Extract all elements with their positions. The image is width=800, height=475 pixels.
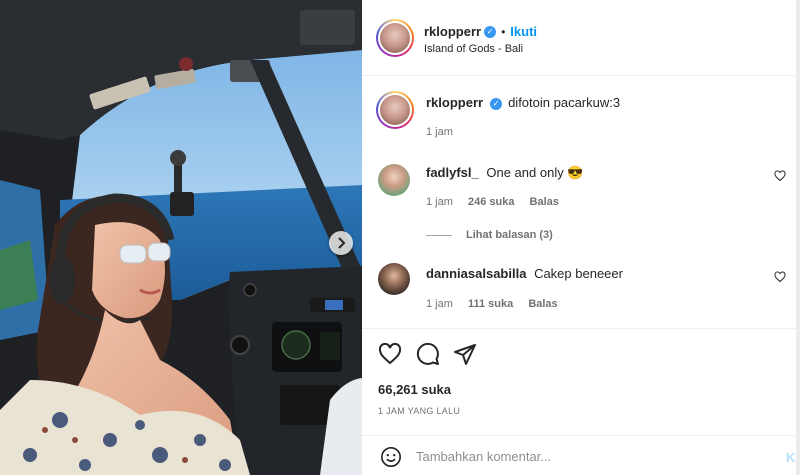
- post-photo[interactable]: [0, 0, 362, 475]
- view-replies-button[interactable]: Lihat balasan (3): [426, 229, 553, 241]
- window-edge: [796, 0, 800, 475]
- comment-time: 1 jam: [426, 196, 453, 208]
- comment-likes[interactable]: 111 suka: [468, 298, 513, 310]
- post-actions: 66,261 suka 1 JAM YANG LALU Kirim: [362, 328, 800, 475]
- heart-icon[interactable]: [774, 170, 786, 182]
- post-author-username[interactable]: rklopperr: [424, 24, 481, 39]
- post-location[interactable]: Island of Gods - Bali: [424, 43, 523, 55]
- avatar[interactable]: [378, 164, 410, 196]
- post-header: rklopperr ✓ • Ikuti Island of Gods - Bali: [362, 0, 800, 76]
- avatar[interactable]: [378, 263, 410, 295]
- comment-likes[interactable]: 246 suka: [468, 196, 514, 208]
- comment-username[interactable]: fadlyfsl_: [426, 165, 479, 180]
- heart-icon[interactable]: [774, 271, 786, 283]
- next-photo-button[interactable]: [329, 231, 353, 255]
- caption-meta: 1 jam: [426, 126, 465, 138]
- caption-body: difotoin pacarkuw:3: [508, 95, 621, 110]
- follow-button[interactable]: Ikuti: [510, 24, 537, 39]
- reply-button[interactable]: Balas: [530, 196, 559, 208]
- comment-body: One and only 😎: [486, 165, 584, 180]
- separator-dot: •: [501, 25, 506, 39]
- verified-icon: ✓: [484, 25, 497, 38]
- comment-text: danniasalsabilla Cakep beneeer: [426, 266, 623, 281]
- likes-count[interactable]: 66,261 suka: [378, 382, 451, 397]
- post-details-panel: rklopperr ✓ • Ikuti Island of Gods - Bali r…: [362, 0, 800, 475]
- avatar[interactable]: [376, 91, 414, 129]
- avatar[interactable]: [376, 19, 414, 57]
- comment-username[interactable]: danniasalsabilla: [426, 266, 526, 281]
- heart-icon[interactable]: [378, 342, 402, 366]
- comment-body: Cakep beneeer: [534, 266, 623, 281]
- comment-time: 1 jam: [426, 298, 453, 310]
- replies-line: [426, 234, 452, 236]
- reply-button[interactable]: Balas: [528, 298, 557, 310]
- comment-text: fadlyfsl_ One and only 😎: [426, 165, 584, 181]
- caption-username[interactable]: rklopperr: [426, 95, 483, 110]
- emoji-icon[interactable]: [380, 446, 402, 468]
- verified-icon: ✓: [490, 97, 503, 110]
- add-comment-bar: Kirim: [362, 435, 800, 475]
- comment-meta: 1 jam 246 suka Balas: [426, 196, 571, 208]
- post-timestamp: 1 JAM YANG LALU: [378, 406, 461, 416]
- comment-icon[interactable]: [416, 342, 440, 366]
- comment-input[interactable]: [416, 449, 746, 464]
- chevron-right-icon: [338, 237, 346, 249]
- caption-text: rklopperr ✓ difotoin pacarkuw:3: [426, 95, 620, 110]
- caption-time: 1 jam: [426, 126, 453, 138]
- share-icon[interactable]: [453, 342, 477, 366]
- view-replies-label: Lihat balasan (3): [466, 229, 553, 241]
- comment-meta: 1 jam 111 suka Balas: [426, 298, 570, 310]
- post-photo-image: [0, 0, 362, 475]
